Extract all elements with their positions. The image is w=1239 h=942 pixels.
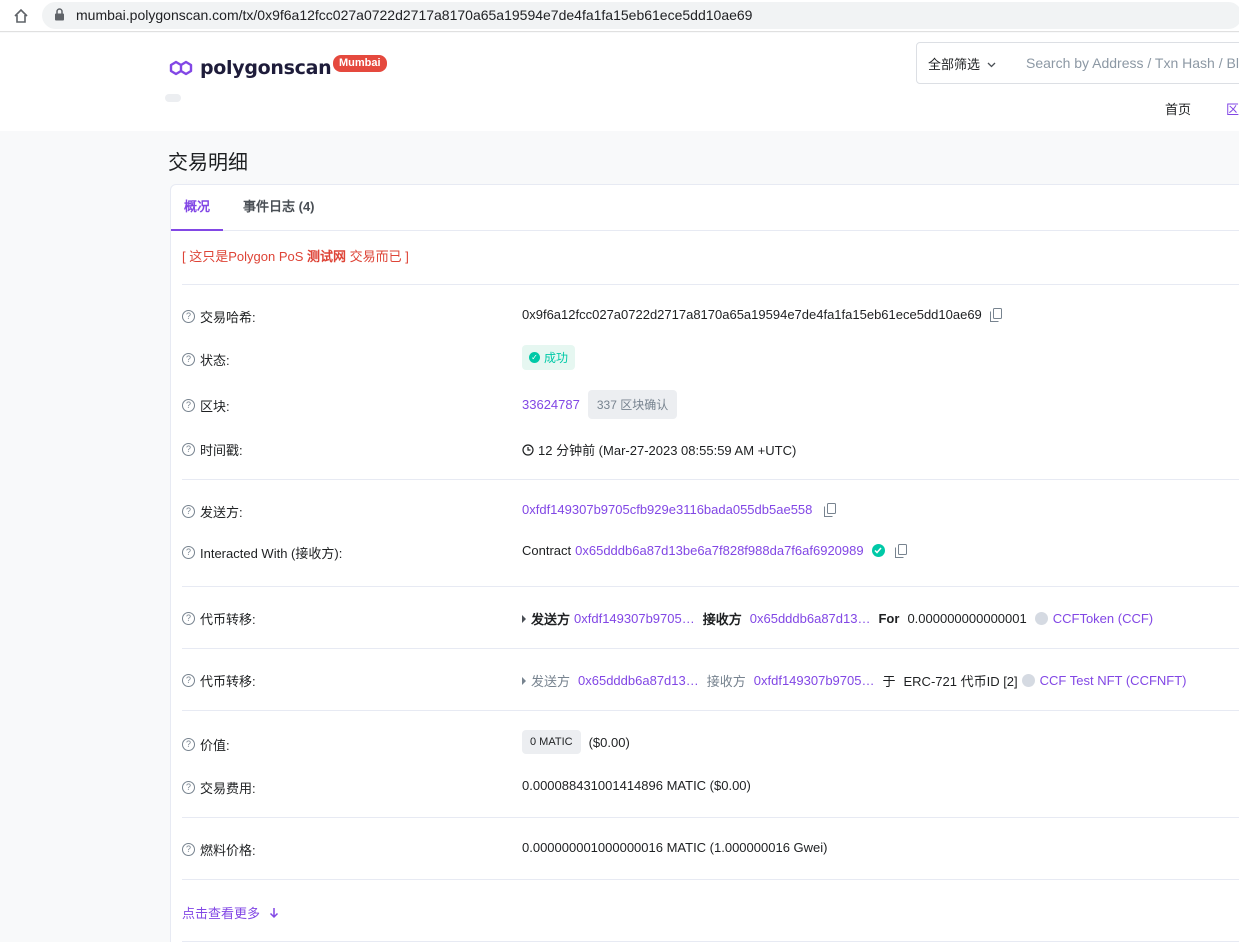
to-label: ? Interacted With (接收方): [182, 543, 342, 562]
gas-price-label: ? 燃料价格: [182, 840, 256, 859]
show-more-link[interactable]: 点击查看更多 [182, 903, 279, 922]
fee-label: ? 交易费用: [182, 778, 256, 797]
nav-home[interactable]: 首页 [1165, 99, 1191, 118]
block-value: 33624787 337 区块确认 [522, 390, 678, 419]
help-icon[interactable]: ? [182, 353, 195, 366]
status-badge: ✓ 成功 [522, 345, 576, 370]
contract-address-link[interactable]: 0x65dddb6a87d13be6a7f828f988da7f6af69209… [575, 543, 863, 558]
token-transfer-label: ? 代币转移: [182, 671, 256, 690]
help-icon[interactable]: ? [182, 843, 195, 856]
caret-right-icon[interactable] [522, 676, 526, 685]
help-icon[interactable]: ? [182, 674, 195, 687]
token-icon [1034, 612, 1048, 625]
from-label: ? 发送方: [182, 502, 243, 521]
logo-text: polygonscan [200, 57, 332, 79]
help-icon[interactable]: ? [182, 505, 195, 518]
help-icon[interactable]: ? [182, 310, 195, 323]
status-value: ✓ 成功 [522, 345, 576, 370]
divider [182, 879, 1239, 880]
theme-toggle[interactable] [165, 94, 181, 102]
tab-event-logs[interactable]: 事件日志 (4) [243, 185, 315, 231]
gas-price-value: 0.000000001000000016 MATIC (1.000000016 … [522, 840, 828, 855]
help-icon[interactable]: ? [182, 443, 195, 456]
url-text[interactable]: mumbai.polygonscan.com/tx/0x9f6a12fcc027… [76, 7, 752, 23]
help-icon[interactable]: ? [182, 781, 195, 794]
to-value: Contract 0x65dddb6a87d13be6a7f828f988da7… [522, 543, 907, 558]
nft-token-link[interactable]: CCF Test NFT (CCFNFT) [1040, 673, 1187, 688]
divider [182, 710, 1239, 711]
help-icon[interactable]: ? [182, 399, 195, 412]
timestamp-label: ? 时间戳: [182, 440, 243, 459]
divider [182, 284, 1239, 285]
help-icon[interactable]: ? [182, 738, 195, 751]
help-icon[interactable]: ? [182, 612, 195, 625]
chevron-down-icon [987, 56, 996, 71]
tx-hash-label: ? 交易哈希: [182, 307, 256, 326]
block-number-link[interactable]: 33624787 [522, 397, 580, 412]
help-icon[interactable]: ? [182, 546, 195, 559]
polygonscan-logo[interactable]: polygonscan [168, 57, 332, 79]
tab-bar: 概况 事件日志 (4) [171, 185, 1239, 231]
nft-transfer-row: 发送方 0x65dddb6a87d13… 接收方 0xfdf149307b970… [522, 671, 1187, 690]
fee-value: 0.000088431001414896 MATIC ($0.00) [522, 778, 751, 793]
testnet-notice: [ 这只是Polygon PoS 测试网 交易而已 ] [182, 249, 409, 264]
transfer-from-link[interactable]: 0x65dddb6a87d13… [578, 673, 699, 688]
status-label: ? 状态: [182, 350, 230, 369]
page-title: 交易明细 [168, 152, 248, 174]
filter-label: 全部筛选 [928, 56, 981, 72]
divider [182, 586, 1239, 587]
check-circle-icon: ✓ [529, 352, 540, 363]
from-value: 0xfdf149307b9705cfb929e3116bada055db5ae5… [522, 502, 837, 517]
value-label: ? 价值: [182, 735, 230, 754]
token-link[interactable]: CCFToken (CCF) [1053, 611, 1153, 626]
divider [182, 479, 1239, 480]
transaction-card: 概况 事件日志 (4) [ 这只是Polygon PoS 测试网 交易而已 ] … [170, 184, 1239, 942]
copy-icon[interactable] [824, 502, 837, 517]
arrow-down-icon [269, 907, 279, 919]
site-header: polygonscan Mumbai 全部筛选 首页 区 [0, 33, 1239, 131]
timestamp-value: 12 分钟前 (Mar-27-2023 08:55:59 AM +UTC) [522, 440, 796, 459]
nft-token-id: ERC-721 代币ID [2] [903, 674, 1018, 689]
value-value: 0 MATIC ($0.00) [522, 730, 630, 754]
token-icon [1021, 674, 1035, 687]
caret-right-icon[interactable] [522, 614, 526, 623]
from-address-link[interactable]: 0xfdf149307b9705cfb929e3116bada055db5ae5… [522, 502, 812, 517]
home-icon[interactable] [10, 5, 32, 27]
copy-icon[interactable] [989, 307, 1002, 322]
transfer-to-link[interactable]: 0xfdf149307b9705… [754, 673, 875, 688]
divider [182, 817, 1239, 818]
confirmations-badge: 337 区块确认 [587, 390, 678, 419]
token-transfer-label: ? 代币转移: [182, 609, 256, 628]
tx-hash-value: 0x9f6a12fcc027a0722d2717a8170a65a19594e7… [522, 307, 1002, 322]
token-transfer-row: 发送方 0xfdf149307b9705… 接收方 0x65dddb6a87d1… [522, 609, 1153, 628]
transfer-from-link[interactable]: 0xfdf149307b9705… [574, 611, 695, 626]
search-input[interactable] [1015, 42, 1239, 84]
search-filter-select[interactable]: 全部筛选 [916, 42, 1016, 84]
matic-badge: 0 MATIC [522, 730, 581, 754]
nav-blockchain[interactable]: 区 [1226, 99, 1239, 118]
verified-check-icon [871, 544, 885, 557]
tab-overview[interactable]: 概况 [171, 185, 223, 231]
block-label: ? 区块: [182, 396, 230, 415]
clock-icon [522, 443, 534, 456]
network-badge: Mumbai [333, 55, 387, 72]
divider [182, 648, 1239, 649]
polygon-logo-icon [169, 60, 193, 76]
transfer-to-link[interactable]: 0x65dddb6a87d13… [750, 611, 871, 626]
copy-icon[interactable] [894, 543, 907, 558]
browser-toolbar: mumbai.polygonscan.com/tx/0x9f6a12fcc027… [0, 0, 1239, 32]
transfer-amount: 0.000000000000001 [907, 611, 1027, 626]
lock-icon[interactable] [54, 8, 65, 24]
